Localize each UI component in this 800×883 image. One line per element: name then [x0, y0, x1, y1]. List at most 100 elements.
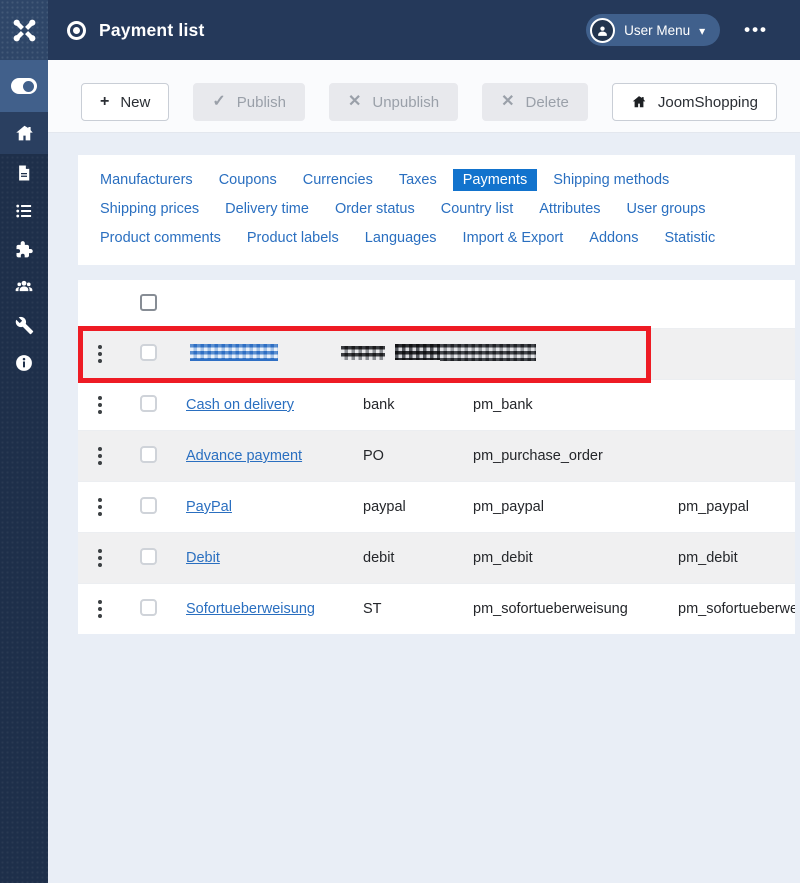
script-name-cell: pm_paypal — [660, 499, 795, 515]
row-actions-cell — [78, 607, 122, 611]
row-checkbox[interactable] — [140, 446, 157, 463]
nav-link-statistic[interactable]: Statistic — [664, 230, 715, 246]
row-actions-cell — [78, 505, 122, 509]
kebab-menu-icon[interactable] — [98, 454, 102, 458]
redacted-title[interactable] — [190, 344, 278, 361]
row-checkbox[interactable] — [140, 344, 157, 361]
table-header-row — [78, 280, 795, 328]
payments-table: Cash on deliverybankpm_bankAdvance payme… — [78, 280, 795, 634]
topbar: Payment list User Menu ▾ ••• — [0, 0, 800, 60]
button-label: Publish — [237, 94, 286, 111]
row-actions-cell — [78, 403, 122, 407]
code-cell — [345, 344, 455, 364]
kebab-menu-icon[interactable] — [98, 607, 102, 611]
nav-link-attributes[interactable]: Attributes — [539, 201, 600, 217]
nav-row: Product comments Product labels Languages I… — [100, 230, 777, 246]
row-select-cell — [122, 599, 168, 620]
nav-link-shipping-methods[interactable]: Shipping methods — [553, 172, 669, 188]
alias-cell — [455, 344, 660, 365]
button-label: Unpublish — [372, 94, 439, 111]
joomla-logo-icon — [11, 17, 38, 44]
nav-link-payments[interactable]: Payments — [453, 169, 537, 191]
page-heading: Payment list — [67, 20, 205, 41]
alias-cell: pm_debit — [455, 550, 660, 566]
payment-title-link[interactable]: PayPal — [186, 499, 232, 515]
title-cell: PayPal — [168, 499, 345, 515]
select-all-checkbox[interactable] — [140, 294, 157, 311]
code-cell: bank — [345, 397, 455, 413]
nav-link-coupons[interactable]: Coupons — [219, 172, 277, 188]
payment-title-link[interactable]: Sofortueberweisung — [186, 601, 315, 617]
button-label: Delete — [526, 94, 569, 111]
alias-cell: pm_purchase_order — [455, 448, 660, 464]
plus-icon: + — [100, 94, 109, 110]
sidebar-item-components[interactable] — [0, 230, 48, 268]
nav-link-languages[interactable]: Languages — [365, 230, 437, 246]
nav-link-shipping-prices[interactable]: Shipping prices — [100, 201, 199, 217]
row-checkbox[interactable] — [140, 599, 157, 616]
nav-link-delivery-time[interactable]: Delivery time — [225, 201, 309, 217]
table-row: Cash on deliverybankpm_bank — [78, 379, 795, 430]
nav-link-addons[interactable]: Addons — [589, 230, 638, 246]
nav-link-user-groups[interactable]: User groups — [627, 201, 706, 217]
code-cell: paypal — [345, 499, 455, 515]
kebab-menu-icon[interactable] — [98, 505, 102, 509]
row-checkbox[interactable] — [140, 395, 157, 412]
select-all-cell — [122, 294, 168, 315]
payment-title-link[interactable]: Advance payment — [186, 448, 302, 464]
kebab-menu-icon[interactable] — [98, 556, 102, 560]
nav-link-country-list[interactable]: Country list — [441, 201, 514, 217]
page-title: Payment list — [99, 20, 205, 41]
sidebar-item-help[interactable] — [0, 344, 48, 382]
nav-link-order-status[interactable]: Order status — [335, 201, 415, 217]
kebab-menu-icon[interactable] — [98, 403, 102, 407]
row-actions-cell — [78, 454, 122, 458]
close-icon: ✕ — [501, 94, 514, 110]
row-actions-cell — [78, 556, 122, 560]
wrench-icon — [15, 316, 34, 335]
row-actions-cell — [78, 352, 122, 356]
main-content: +New ✓Publish ✕Unpublish ✕ Delete JoomShoppin… — [48, 0, 800, 634]
toolbar: +New ✓Publish ✕Unpublish ✕ Delete JoomShoppin… — [48, 60, 800, 133]
joomla-logo[interactable] — [0, 0, 48, 60]
table-row: Advance paymentPOpm_purchase_order — [78, 430, 795, 481]
nav-link-manufacturers[interactable]: Manufacturers — [100, 172, 193, 188]
row-checkbox[interactable] — [140, 548, 157, 565]
alias-cell: pm_paypal — [455, 499, 660, 515]
unpublish-button[interactable]: ✕Unpublish — [329, 83, 458, 121]
code-cell: ST — [345, 601, 455, 617]
sidebar-item-users[interactable] — [0, 268, 48, 306]
nav-link-product-comments[interactable]: Product comments — [100, 230, 221, 246]
payment-title-link[interactable]: Debit — [186, 550, 220, 566]
sidebar-item-menu-toggle[interactable] — [0, 60, 48, 112]
home-icon — [14, 123, 35, 144]
sidebar-item-content[interactable] — [0, 154, 48, 192]
sidebar-item-system[interactable] — [0, 306, 48, 344]
new-button[interactable]: +New — [81, 83, 169, 121]
button-label: JoomShopping — [658, 94, 758, 111]
user-menu-button[interactable]: User Menu ▾ — [586, 14, 720, 46]
redacted-code — [395, 344, 443, 360]
publish-button[interactable]: ✓Publish — [193, 83, 305, 121]
sidebar-item-menus[interactable] — [0, 192, 48, 230]
nav-link-currencies[interactable]: Currencies — [303, 172, 373, 188]
chevron-down-icon: ▾ — [699, 25, 705, 37]
script-name-cell: pm_debit — [660, 550, 795, 566]
nav-link-import-export[interactable]: Import & Export — [463, 230, 564, 246]
joomshopping-button[interactable]: JoomShopping — [612, 83, 777, 121]
more-options-button[interactable]: ••• — [742, 16, 770, 44]
payment-title-link[interactable]: Cash on delivery — [186, 397, 294, 413]
delete-button[interactable]: ✕ Delete — [482, 83, 588, 121]
kebab-menu-icon[interactable] — [98, 352, 102, 356]
component-icon — [67, 21, 86, 40]
title-cell: Debit — [168, 550, 345, 566]
info-icon — [14, 353, 34, 373]
redacted-alias — [440, 344, 536, 361]
sidebar-item-home-dashboard[interactable] — [0, 112, 48, 154]
nav-link-taxes[interactable]: Taxes — [399, 172, 437, 188]
alias-cell: pm_sofortueberweisung — [455, 601, 660, 617]
row-checkbox[interactable] — [140, 497, 157, 514]
users-icon — [13, 277, 35, 297]
table-row: Sofortueberweisung STpm_sofortueberweisun… — [78, 583, 795, 634]
nav-link-product-labels[interactable]: Product labels — [247, 230, 339, 246]
